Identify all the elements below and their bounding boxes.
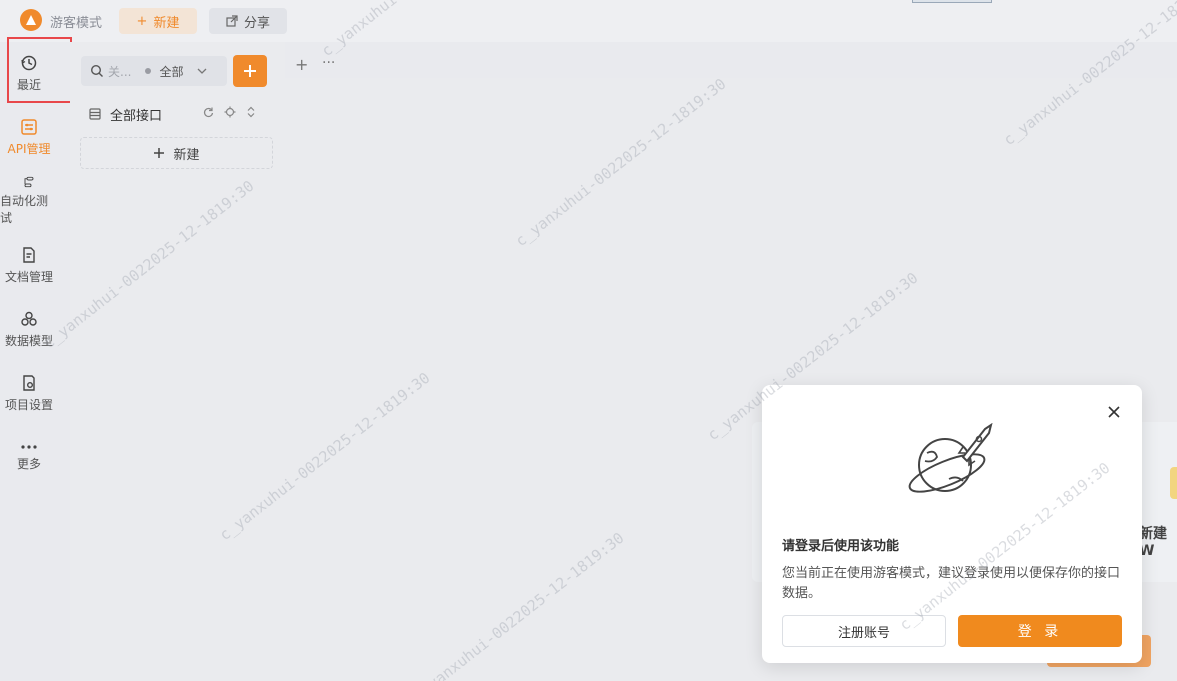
nav-item-autotest[interactable]: 自动化测试 <box>0 176 58 226</box>
filter-select[interactable]: 全部 <box>159 63 183 80</box>
nav-item-models[interactable]: 数据模型 <box>0 304 58 354</box>
dialog-message: 您当前正在使用游客模式，建议登录使用以便保存你的接口数据。 <box>782 566 1121 601</box>
nav-item-label: 文档管理 <box>4 269 53 284</box>
top-new-button[interactable]: + 新建 <box>119 8 197 34</box>
new-interface-button[interactable]: 新建 <box>80 137 273 169</box>
top-ghost-element <box>912 0 992 3</box>
share-button[interactable]: 分享 <box>209 8 287 34</box>
tab-more-button[interactable]: ··· <box>322 55 335 71</box>
nav-item-label: API管理 <box>7 141 51 156</box>
locate-icon[interactable] <box>224 106 236 118</box>
filter-dot-icon <box>145 68 152 74</box>
chevron-down-icon[interactable] <box>197 68 207 74</box>
nav-item-label: 数据模型 <box>4 333 53 348</box>
search-icon <box>90 64 103 77</box>
top-bar: 游客模式 + 新建 分享 <box>0 0 1177 42</box>
nav-item-api[interactable]: API管理 <box>0 112 58 162</box>
search-input[interactable]: 关... 全部 <box>81 56 227 86</box>
nav-item-docs[interactable]: 文档管理 <box>0 240 58 290</box>
plus-icon <box>154 148 165 158</box>
tabs-bar <box>285 50 1177 78</box>
plus-icon <box>244 65 256 77</box>
tree-tools <box>202 106 256 118</box>
doc-icon <box>23 246 35 263</box>
recent-highlight-box <box>7 37 72 103</box>
top-new-label: 新建 <box>153 15 180 31</box>
settings-icon <box>23 374 35 391</box>
flow-icon <box>24 176 34 188</box>
refresh-icon[interactable] <box>202 106 214 118</box>
search-placeholder: 关... <box>108 64 132 79</box>
share-icon <box>226 15 238 27</box>
planet-rocket-illustration <box>908 423 993 493</box>
register-button[interactable]: 注册账号 <box>782 615 946 647</box>
background-card-text: 新建W <box>1139 526 1167 559</box>
more-icon <box>21 444 37 449</box>
tree-root-label: 全部接口 <box>110 108 163 124</box>
background-card-accent <box>1170 467 1177 499</box>
app-logo-icon <box>20 9 42 31</box>
nav-item-more[interactable]: 更多 <box>0 432 58 482</box>
expand-collapse-icon[interactable] <box>246 106 256 118</box>
nav-item-label: 自动化测试 <box>0 194 49 225</box>
guest-mode-label: 游客模式 <box>50 16 103 31</box>
nav-item-settings[interactable]: 项目设置 <box>0 368 58 418</box>
add-button[interactable] <box>233 55 267 87</box>
database-icon <box>89 108 101 120</box>
nav-item-label: 更多 <box>16 456 41 471</box>
add-tab-button[interactable]: + <box>295 55 308 74</box>
api-icon <box>21 118 37 135</box>
plus-icon: + <box>136 13 148 29</box>
new-interface-label: 新建 <box>173 147 200 163</box>
model-icon <box>21 311 37 326</box>
share-label: 分享 <box>243 15 270 31</box>
dialog-title: 请登录后使用该功能 <box>782 539 900 554</box>
login-button[interactable]: 登 录 <box>958 615 1122 647</box>
close-icon[interactable] <box>1105 403 1123 421</box>
nav-item-label: 项目设置 <box>4 397 53 412</box>
